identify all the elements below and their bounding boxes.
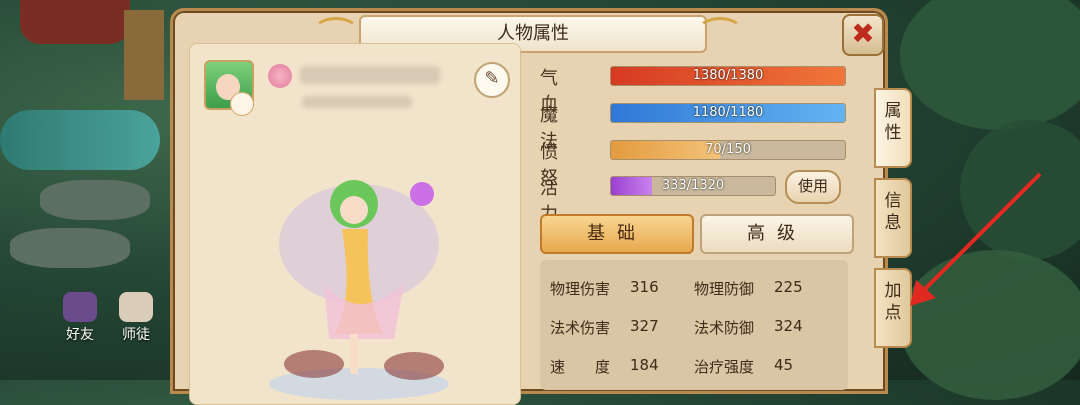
master-icon — [119, 292, 153, 322]
red-arrow-annotation — [910, 172, 1042, 306]
master-button[interactable]: 师徒 — [110, 292, 162, 344]
attr-magic-damage: 法术伤害 327 — [550, 317, 659, 337]
edit-icon[interactable]: ✎ — [474, 62, 510, 98]
vitality-bar: 333/1320 — [610, 176, 776, 196]
title-ornament-right — [697, 17, 743, 45]
lotus-icon — [268, 64, 292, 88]
character-name-blurred — [300, 66, 440, 84]
river — [0, 110, 160, 170]
rage-bar: 70/150 — [610, 140, 846, 160]
attr-speed: 速 度 184 — [550, 356, 659, 376]
rock — [10, 228, 130, 268]
character-figure — [269, 180, 449, 400]
title-ornament-left — [313, 17, 359, 45]
tower-roof — [124, 10, 164, 100]
attr-physical-defense: 物理防御 225 — [694, 278, 803, 298]
attr-magic-defense: 法术防御 324 — [694, 317, 803, 337]
rock — [40, 180, 150, 220]
character-id-blurred — [302, 96, 412, 108]
tab-advanced[interactable]: 高级 — [700, 214, 854, 254]
pavilion-roof — [20, 0, 130, 44]
hp-bar: 1380/1380 — [610, 66, 846, 86]
close-button[interactable]: ✖ — [842, 14, 884, 56]
attribute-list: 物理伤害 316 物理防御 225 法术伤害 327 法术防御 324 速 度 … — [540, 260, 848, 390]
tree — [900, 0, 1080, 130]
friends-button[interactable]: 好友 — [54, 292, 106, 344]
rage-value: 70/150 — [705, 142, 751, 157]
hp-value: 1380/1380 — [692, 68, 764, 83]
school-badge-icon — [230, 92, 254, 116]
tab-basic[interactable]: 基础 — [540, 214, 694, 254]
attr-healing-power: 治疗强度 45 — [694, 356, 794, 376]
use-vitality-button[interactable]: 使用 — [785, 170, 841, 204]
mp-bar: 1180/1180 — [610, 103, 846, 123]
character-panel: ✎ — [189, 43, 521, 405]
vitality-value: 333/1320 — [661, 178, 725, 193]
friends-icon — [63, 292, 97, 322]
attr-physical-damage: 物理伤害 316 — [550, 278, 659, 298]
side-tab-attributes[interactable]: 属性 — [874, 88, 912, 168]
mp-value: 1180/1180 — [692, 105, 764, 120]
